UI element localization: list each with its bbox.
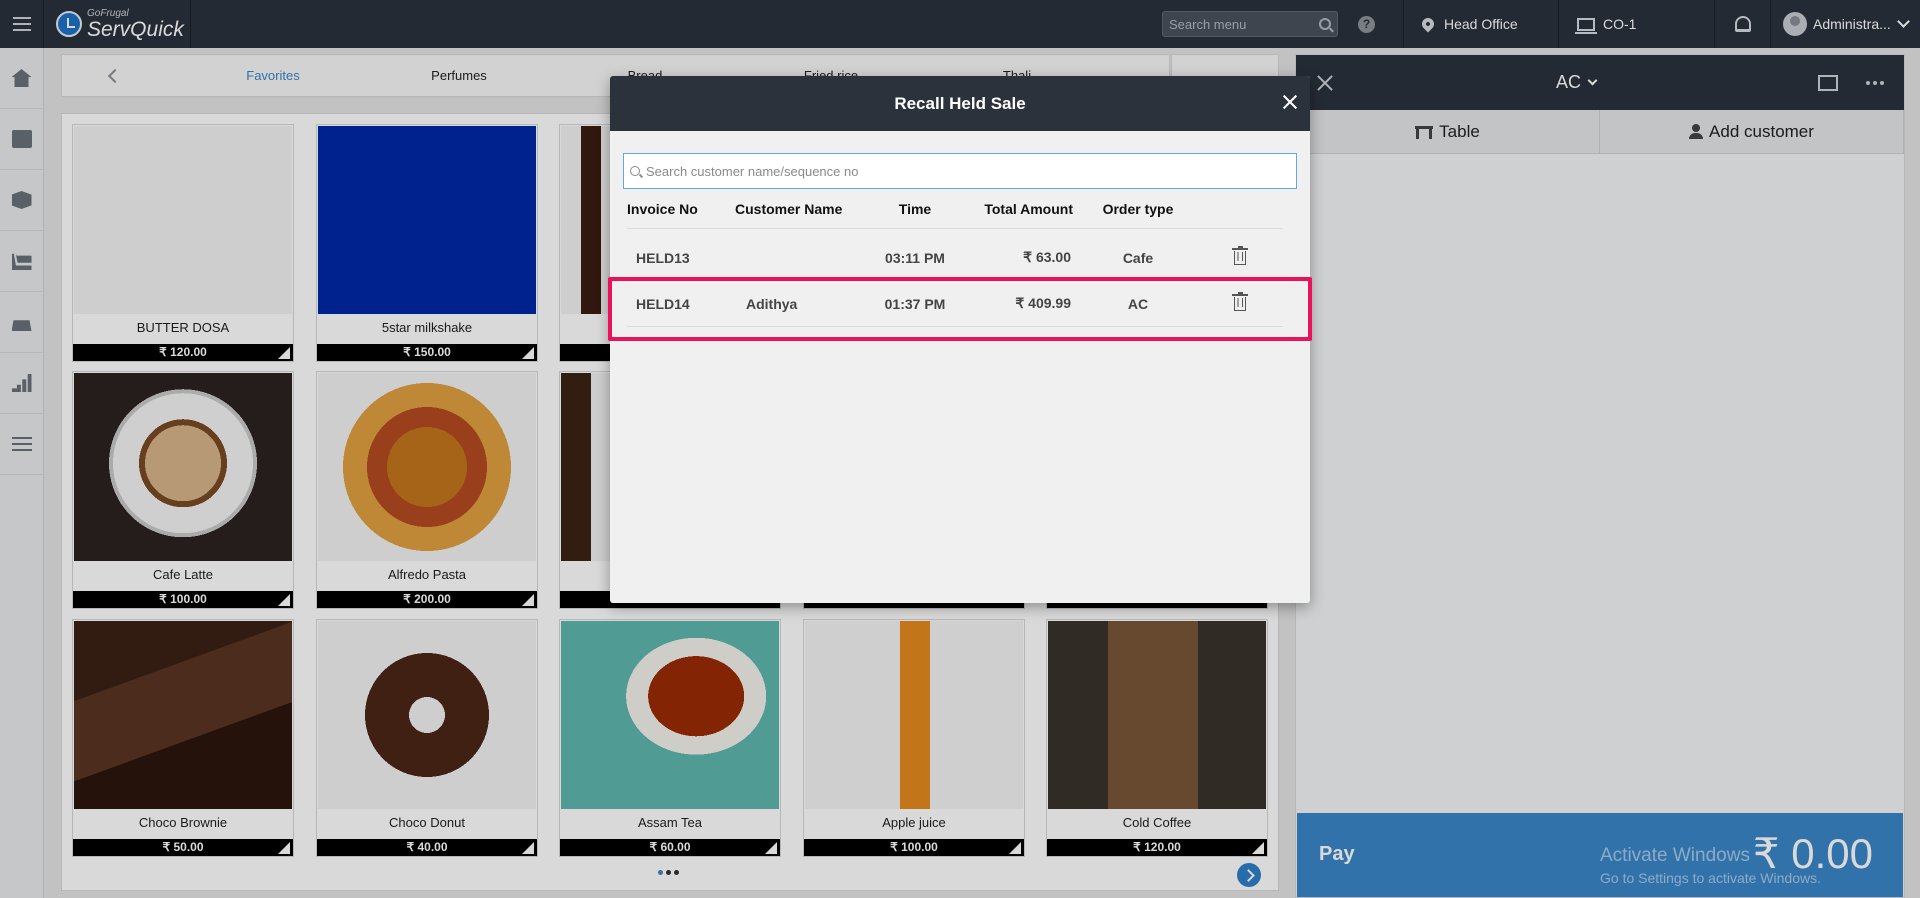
search-icon <box>630 166 640 176</box>
held-sale-search <box>623 153 1297 189</box>
held-sale-search-input[interactable] <box>646 154 1296 188</box>
column-header: Total Amount <box>984 200 1073 217</box>
close-icon[interactable] <box>1282 94 1298 110</box>
column-header: Customer Name <box>735 200 843 217</box>
column-header: Order type <box>1102 200 1174 217</box>
table-header: Invoice No Customer Name Time Total Amou… <box>627 189 1283 229</box>
order-type: Cafe <box>1122 249 1154 266</box>
time: 03:11 PM <box>885 249 945 266</box>
table-row[interactable]: HELD13 03:11 PM ₹ 63.00 Cafe <box>627 235 1283 281</box>
column-header: Time <box>898 200 932 217</box>
total-amount: ₹ 63.00 <box>1023 249 1071 265</box>
trash-icon[interactable] <box>1232 245 1248 265</box>
dialog-header: Recall Held Sale <box>610 76 1310 131</box>
row-highlight-box <box>608 277 1312 341</box>
invoice-no: HELD13 <box>636 249 690 266</box>
column-header: Invoice No <box>627 200 698 217</box>
dialog-title: Recall Held Sale <box>894 93 1026 113</box>
